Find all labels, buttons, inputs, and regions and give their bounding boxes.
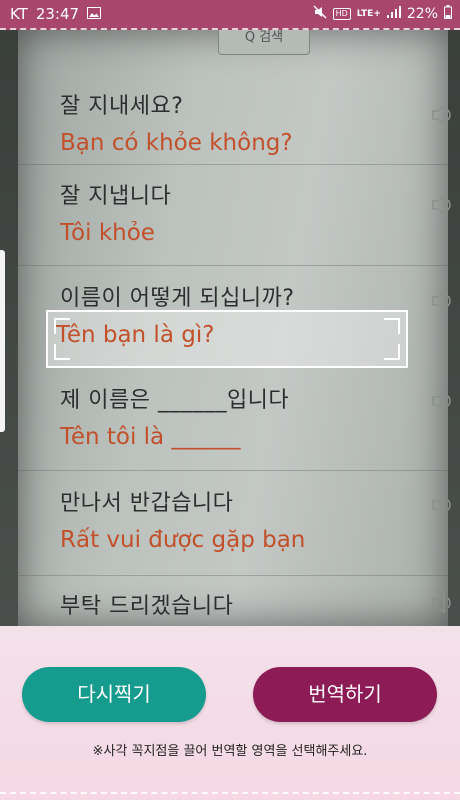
speaker-icon [430,288,458,314]
bottom-dashed-border [0,792,460,794]
hd-voice-icon: HD [332,8,351,20]
phrase-korean: 잘 지내세요? [60,94,184,119]
phrase-row: 이름이 어떻게 되십니까? [60,280,440,312]
phrase-korean: 이름이 어떻게 되십니까? [60,286,295,311]
speaker-icon [430,590,458,616]
row-divider [18,265,448,266]
carrier-label: KT [10,5,28,23]
phrase-row: 잘 지내세요? Bạn có khỏe không? [60,88,440,156]
side-drawer-handle[interactable] [0,250,5,432]
selection-hint-text: ※사각 꼭지점을 끌어 번역할 영역을 선택해주세요. [92,744,368,759]
phrase-row: 부탁 드리겠습니다 [60,588,440,620]
battery-icon [444,5,452,23]
crop-selection-box[interactable]: Tên bạn là gì? [46,310,408,368]
crop-handle-top-right[interactable] [384,318,400,334]
status-bar: KT 23:47 HD LTE+ 22% [0,0,460,30]
crop-handle-bottom-right[interactable] [384,344,400,360]
status-right: HD LTE+ 22% [313,5,452,23]
phrase-row: 제 이름은 ______입니다 Tên tôi là ______ [60,382,440,450]
phrase-vietnamese: Tên tôi là ______ [60,424,241,450]
row-divider [18,470,448,471]
phrase-row: 잘 지냅니다 Tôi khỏe [60,178,440,246]
phrase-korean: 만나서 반갑습니다 [60,491,234,516]
status-left: KT 23:47 [10,5,102,23]
row-divider [18,164,448,165]
selected-text: Tên bạn là gì? [56,322,215,348]
speaker-icon [430,388,458,414]
phrase-vietnamese: Rất vui được gặp bạn [60,527,306,553]
speaker-icon [430,192,458,218]
clock: 23:47 [35,5,80,23]
camera-preview[interactable]: Q 검색 잘 지내세요? Bạn có khỏe không? 잘 지냅니다 T… [0,30,460,626]
bottom-action-panel: 다시찍기 번역하기 ※사각 꼭지점을 끌어 번역할 영역을 선택해주세요. [0,626,460,800]
speaker-icon [430,492,458,518]
gallery-icon [87,5,102,23]
speaker-icon [430,102,458,128]
retake-button[interactable]: 다시찍기 [22,667,206,722]
phrase-row: 만나서 반갑습니다 Rất vui được gặp bạn [60,485,440,553]
lte-indicator: LTE+ [356,9,381,19]
phrase-korean: 제 이름은 ______입니다 [60,388,290,413]
signal-icon [386,6,401,22]
row-divider [18,575,448,576]
phrase-korean: 잘 지냅니다 [60,184,172,209]
search-tab: Q 검색 [218,30,310,55]
mute-icon [313,5,327,23]
phrase-korean: 부탁 드리겠습니다 [60,594,234,619]
battery-percent: 22% [406,6,438,22]
status-dashed-border [0,28,460,30]
phrase-vietnamese: Tôi khỏe [60,220,155,246]
translate-button[interactable]: 번역하기 [253,667,437,722]
phrase-vietnamese: Bạn có khỏe không? [60,130,293,156]
